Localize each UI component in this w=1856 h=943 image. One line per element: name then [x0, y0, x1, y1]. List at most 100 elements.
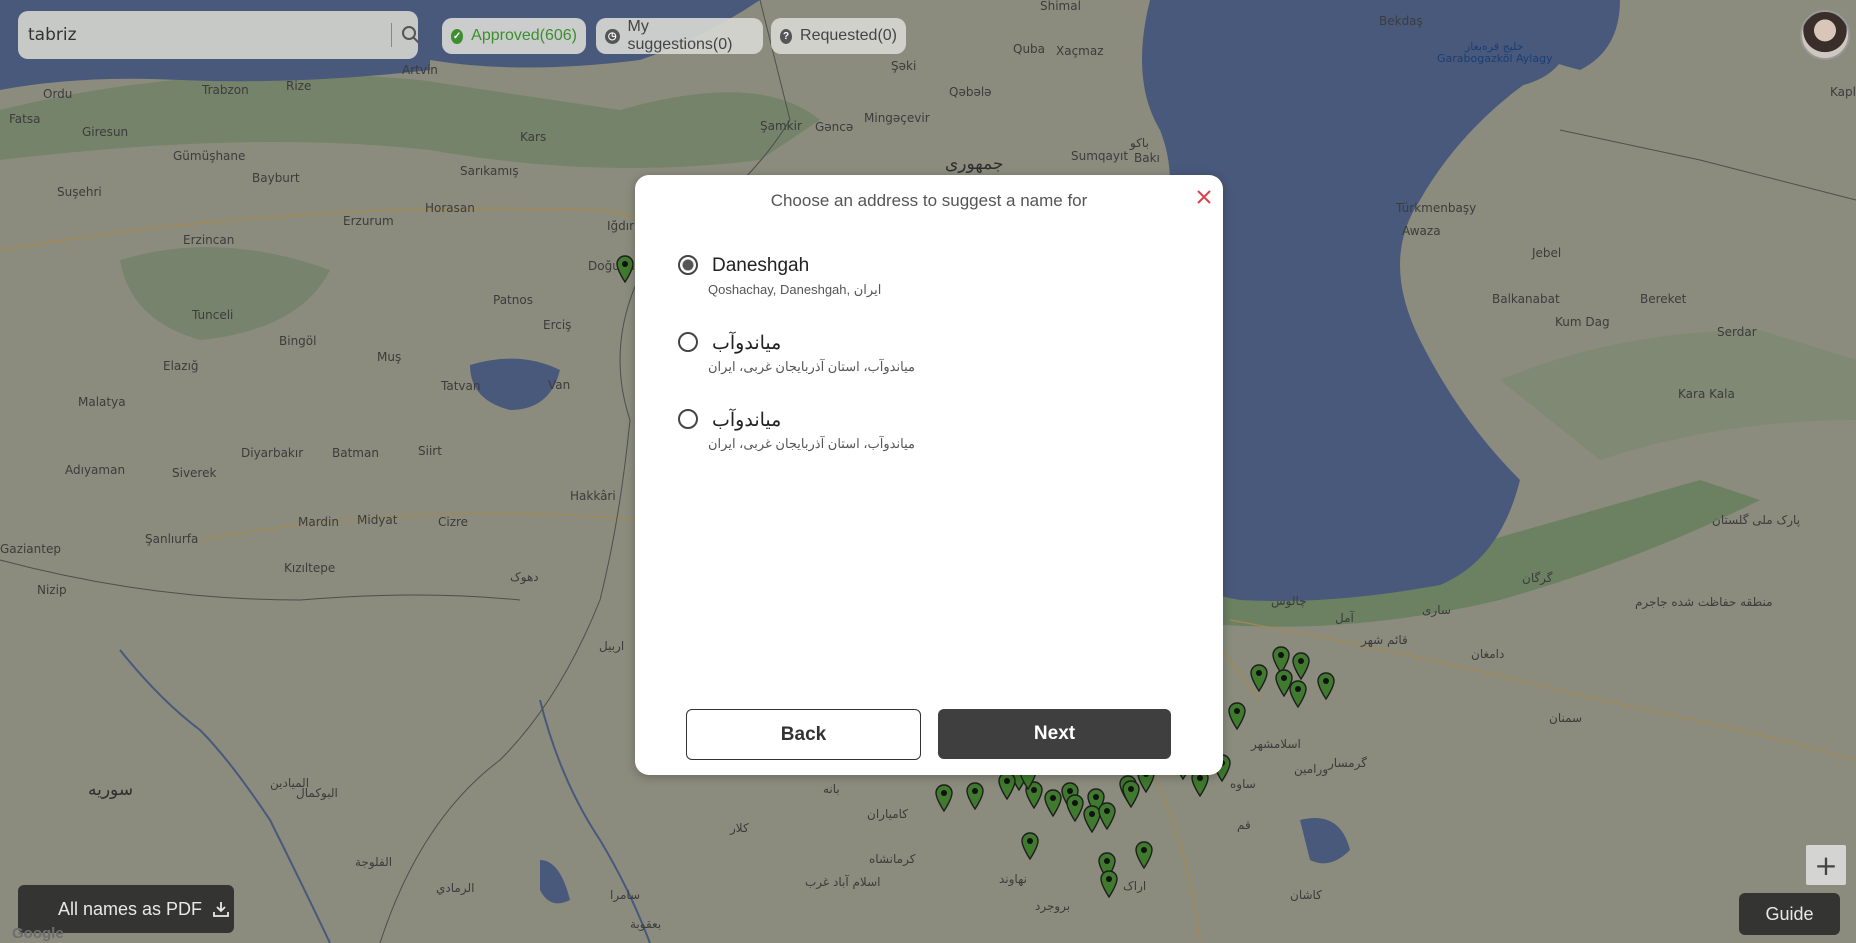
map-marker-icon[interactable]	[1122, 780, 1140, 808]
next-button[interactable]: Next	[938, 709, 1171, 759]
map-label: ساوه	[1230, 777, 1256, 791]
guide-button[interactable]: Guide	[1739, 893, 1840, 935]
address-option[interactable]: میاندوآب میاندوآب، استان آذربایجان غربی،…	[678, 328, 1178, 384]
map-label: Erzurum	[343, 214, 394, 228]
address-option[interactable]: میاندوآب میاندوآب، استان آذربایجان غربی،…	[678, 405, 1178, 461]
modal-title: Choose an address to suggest a name for	[770, 191, 1088, 210]
map-label: Qəbələ	[949, 85, 992, 99]
map-label: نهاوند	[999, 872, 1027, 886]
map-label: قائم شهر	[1361, 633, 1408, 647]
map-label: بعقوبة	[630, 917, 662, 931]
map-label: Kızıltepe	[284, 561, 336, 575]
close-icon[interactable]	[1193, 186, 1215, 208]
map-label: Rize	[286, 79, 312, 93]
map-label: Kum Dag	[1555, 315, 1610, 329]
map-label: قم	[1237, 818, 1251, 832]
address-option-detail: میاندوآب، استان آذربایجان غربی، ایران	[708, 436, 915, 451]
search-icon[interactable]	[401, 25, 421, 45]
radio-button[interactable]	[678, 409, 698, 429]
map-label: Artvin	[402, 63, 438, 77]
map-marker-icon[interactable]	[1228, 702, 1246, 730]
map-label: Horasan	[425, 201, 475, 215]
map-marker-icon[interactable]	[1100, 870, 1118, 898]
map-label: Patnos	[493, 293, 533, 307]
map-marker-icon[interactable]	[1250, 664, 1268, 692]
map-label: Xaçmaz	[1056, 44, 1104, 58]
filter-approved-chip[interactable]: ✓ Approved(606)	[442, 18, 586, 54]
map-marker-icon[interactable]	[1135, 841, 1153, 869]
map-label: Gaziantep	[0, 542, 61, 556]
map-label: Nizip	[37, 583, 67, 597]
map-label: آمل	[1335, 611, 1354, 625]
map-label: Hakkâri	[570, 489, 616, 503]
map-label: Türkmenbaşy	[1396, 201, 1477, 215]
map-label: Mingəçevir	[864, 111, 930, 125]
map-label: Ordu	[43, 87, 73, 101]
address-option-detail: Qoshachay, Daneshgah, ایران	[708, 282, 882, 297]
map-label: Tatvan	[441, 379, 481, 393]
map-label: کرمانشاه	[869, 852, 916, 866]
map-label: Van	[548, 378, 571, 392]
map-label: سوريه	[88, 780, 134, 800]
map-label: Awaza	[1402, 224, 1441, 238]
map-label: Jebel	[1532, 246, 1562, 260]
map-marker-icon[interactable]	[966, 782, 984, 810]
map-label: Şanlıurfa	[145, 532, 199, 546]
map-label: Garabogazköl Aylagy	[1437, 52, 1553, 65]
zoom-in-button[interactable]: +	[1806, 845, 1846, 885]
map-label: کلار	[730, 821, 749, 835]
back-button[interactable]: Back	[686, 709, 921, 760]
map-label: Şəki	[891, 59, 917, 73]
map-marker-icon[interactable]	[616, 255, 634, 283]
check-circle-icon: ✓	[451, 28, 464, 44]
address-option-name: میاندوآب	[712, 410, 782, 431]
map-label: جمهوری	[945, 154, 1004, 174]
radio-button[interactable]	[678, 255, 698, 275]
filter-requested-label: Requested(0)	[800, 27, 897, 44]
map-label: Şamkir	[760, 119, 802, 133]
map-marker-icon[interactable]	[1317, 672, 1335, 700]
map-marker-icon[interactable]	[1292, 652, 1310, 680]
map-marker-icon[interactable]	[935, 784, 953, 812]
filter-my-suggestions-label: My suggestions(0)	[627, 18, 733, 53]
map-label: الرمادي	[436, 881, 475, 895]
map-marker-icon[interactable]	[1021, 832, 1039, 860]
map-label: کامیاران	[867, 807, 909, 821]
address-option-detail: میاندوآب، استان آذربایجان غربی، ایران	[708, 359, 915, 374]
map-label: Erzincan	[183, 233, 235, 247]
radio-button[interactable]	[678, 332, 698, 352]
map-label: Bayburt	[252, 171, 300, 185]
map-label: چالوس	[1271, 594, 1307, 608]
map-label: Malatya	[78, 395, 126, 409]
map-label: سمنان	[1549, 711, 1583, 725]
clock-icon: ◷	[605, 28, 620, 44]
filter-my-suggestions-chip[interactable]: ◷ My suggestions(0)	[596, 18, 763, 54]
map-marker-icon[interactable]	[1066, 794, 1084, 822]
map-label: Siverek	[172, 466, 217, 480]
filter-approved-label: Approved(606)	[471, 27, 577, 44]
map-label: ورامین	[1294, 762, 1329, 776]
map-label: Kaplan	[1830, 85, 1856, 99]
search-bar	[18, 11, 421, 59]
map-label: اراک	[1123, 879, 1147, 893]
avatar[interactable]	[1800, 10, 1850, 60]
address-option-name: میاندوآب	[712, 333, 782, 354]
map-label: Bekdaş	[1379, 14, 1423, 28]
map-marker-icon[interactable]	[1044, 789, 1062, 817]
filter-requested-chip[interactable]: ? Requested(0)	[771, 18, 906, 54]
map-label: Batman	[332, 446, 379, 460]
map-label: Mardin	[298, 515, 339, 529]
map-marker-icon[interactable]	[998, 772, 1016, 800]
map-marker-icon[interactable]	[1098, 802, 1116, 830]
map-label: Balkanabat	[1492, 292, 1560, 306]
address-option[interactable]: Daneshgah Qoshachay, Daneshgah, ایران	[678, 251, 1178, 307]
map-label: منطقه حفاظت شده جاجرم	[1635, 595, 1773, 609]
download-pdf-label: All names as PDF	[58, 898, 203, 919]
map-label: گرمسار	[1328, 756, 1367, 770]
map-label: Iğdır	[607, 219, 635, 233]
search-divider	[391, 23, 392, 47]
address-selection-modal: Choose an address to suggest a name for …	[635, 175, 1223, 775]
map-marker-icon[interactable]	[1289, 680, 1307, 708]
map-label: اسلام آباد غرب	[805, 875, 881, 889]
search-input[interactable]	[28, 11, 383, 59]
